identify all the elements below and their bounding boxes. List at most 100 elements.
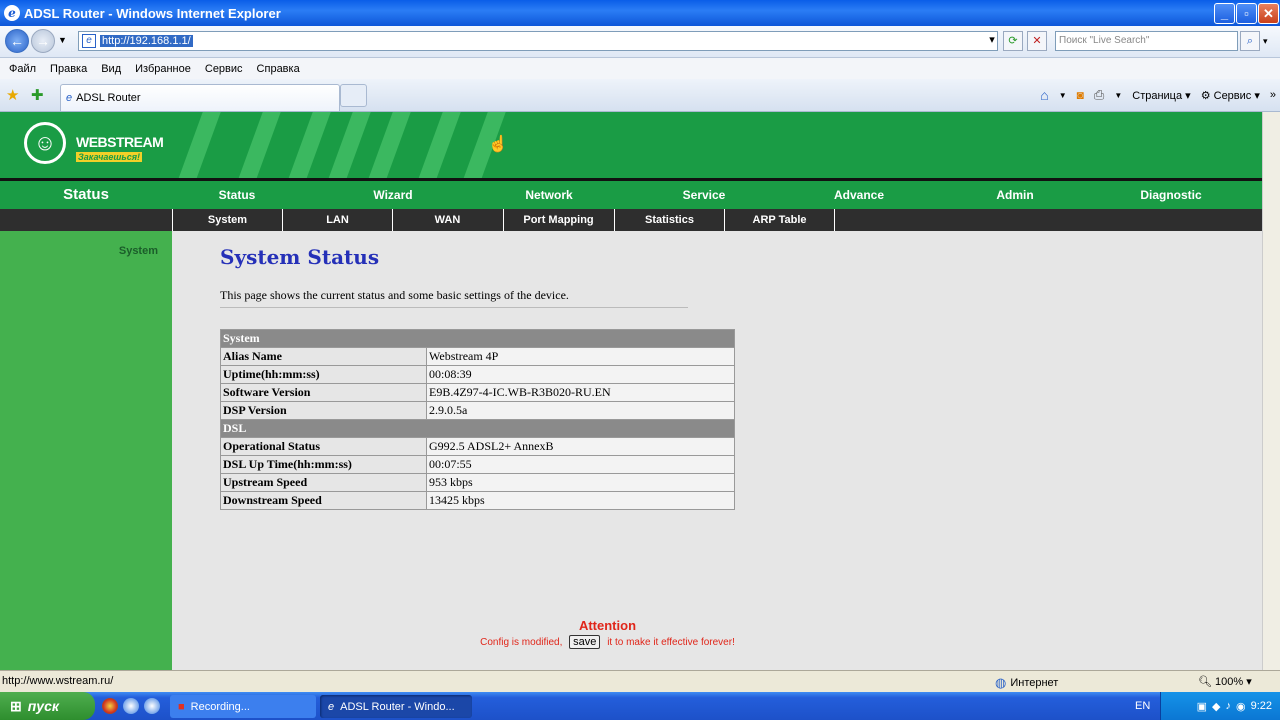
menu-edit[interactable]: Правка bbox=[43, 63, 94, 75]
ie-quicklaunch-icon[interactable] bbox=[123, 698, 139, 714]
brand-name: WEBSTREAM bbox=[76, 134, 164, 150]
divider bbox=[220, 307, 688, 308]
forward-button[interactable]: → bbox=[31, 29, 55, 53]
ie-logo-icon: e bbox=[4, 5, 20, 21]
menu-tools[interactable]: Сервис bbox=[198, 63, 250, 75]
nav-admin[interactable]: Admin bbox=[965, 181, 1065, 209]
clock: 9:22 bbox=[1250, 700, 1272, 712]
toolbar-overflow-icon[interactable]: » bbox=[1270, 89, 1276, 101]
main-nav: Status Status Wizard Network Service Adv… bbox=[0, 178, 1262, 209]
search-icon[interactable]: ⌕ bbox=[1240, 31, 1260, 51]
banner: ☺ WEBSTREAM Закачаешься! ☝ bbox=[0, 112, 1262, 178]
address-bar[interactable]: e http://192.168.1.1/ bbox=[78, 31, 998, 51]
table-row: DSL Up Time(hh:mm:ss) 00:07:55 bbox=[220, 455, 735, 474]
page-icon: e bbox=[82, 34, 96, 48]
network-icon[interactable]: ▣ bbox=[1197, 700, 1207, 713]
task-label: ADSL Router - Windo... bbox=[340, 700, 455, 713]
search-input[interactable]: Поиск "Live Search" bbox=[1055, 31, 1238, 51]
history-dropdown-icon[interactable]: ▼ bbox=[58, 35, 67, 45]
row-label: Upstream Speed bbox=[220, 473, 427, 492]
table-row: Downstream Speed 13425 kbps bbox=[220, 491, 735, 510]
zoom-level: 100% bbox=[1215, 676, 1244, 688]
new-tab-button[interactable] bbox=[340, 84, 367, 107]
menu-file[interactable]: Файл bbox=[2, 63, 43, 75]
nav-service[interactable]: Service bbox=[654, 181, 754, 209]
feeds-icon[interactable]: ◙ bbox=[1077, 88, 1084, 102]
home-icon[interactable]: ⌂ bbox=[1040, 87, 1048, 103]
page-menu[interactable]: Страница ▾ bbox=[1132, 89, 1190, 102]
menu-help[interactable]: Справка bbox=[250, 63, 307, 75]
save-button[interactable]: save bbox=[569, 635, 601, 649]
table-row: DSP Version 2.9.0.5a bbox=[220, 401, 735, 420]
page-description: This page shows the current status and s… bbox=[220, 288, 569, 302]
address-input[interactable]: http://192.168.1.1/ bbox=[100, 35, 193, 47]
nav-wizard[interactable]: Wizard bbox=[343, 181, 443, 209]
favorites-star-icon[interactable]: ★ bbox=[6, 86, 19, 104]
content-area: System Status This page shows the curren… bbox=[172, 231, 1262, 670]
maximize-button[interactable]: ▫ bbox=[1236, 3, 1257, 24]
row-value: Webstream 4P bbox=[426, 347, 735, 366]
row-value: 00:08:39 bbox=[426, 365, 735, 384]
back-button[interactable]: ← bbox=[5, 29, 29, 53]
volume-icon[interactable]: ♪ bbox=[1225, 700, 1231, 712]
row-value: 953 kbps bbox=[426, 473, 735, 492]
row-value: 13425 kbps bbox=[426, 491, 735, 510]
globe-icon: ◍ bbox=[995, 675, 1007, 690]
brand-slogan: Закачаешься! bbox=[76, 152, 143, 162]
close-button[interactable]: ✕ bbox=[1258, 3, 1279, 24]
chrome-icon[interactable] bbox=[102, 698, 118, 714]
sidebar-item-system[interactable]: System bbox=[119, 245, 158, 257]
zoom-control[interactable]: 🔍︎ 100% ▾ bbox=[1198, 675, 1252, 688]
search-options-icon[interactable]: ▾ bbox=[1263, 36, 1268, 47]
recorder-icon: ■ bbox=[178, 700, 185, 713]
ie-task-icon: e bbox=[328, 700, 335, 713]
nav-network[interactable]: Network bbox=[499, 181, 599, 209]
task-recording[interactable]: ■ Recording... bbox=[170, 695, 316, 718]
nav-advance[interactable]: Advance bbox=[809, 181, 909, 209]
task-label: Recording... bbox=[190, 700, 250, 713]
start-label: пуск bbox=[27, 698, 59, 714]
subnav-wan[interactable]: WAN bbox=[392, 209, 502, 231]
gear-icon: ⚙ bbox=[1200, 89, 1211, 102]
tab-adsl-router[interactable]: e ADSL Router bbox=[60, 84, 340, 111]
table-row: Uptime(hh:mm:ss) 00:08:39 bbox=[220, 365, 735, 384]
tools-menu[interactable]: ⚙ Сервис ▾ bbox=[1201, 89, 1260, 102]
nav-diagnostic[interactable]: Diagnostic bbox=[1121, 181, 1221, 209]
refresh-button[interactable]: ⟳ bbox=[1003, 31, 1023, 51]
subnav-port-mapping[interactable]: Port Mapping bbox=[503, 209, 613, 231]
stop-button[interactable]: ✕ bbox=[1027, 31, 1047, 51]
update-icon[interactable]: ◉ bbox=[1236, 700, 1246, 713]
address-dropdown-icon[interactable]: ▾ bbox=[982, 31, 1002, 51]
title-bar: e ADSL Router - Windows Internet Explore… bbox=[0, 0, 1280, 26]
minimize-button[interactable]: _ bbox=[1214, 3, 1235, 24]
row-value: G992.5 ADSL2+ AnnexB bbox=[426, 437, 735, 456]
subnav-statistics[interactable]: Statistics bbox=[614, 209, 724, 231]
print-dropdown-icon[interactable]: ▼ bbox=[1114, 91, 1122, 100]
security-icon[interactable]: ◆ bbox=[1212, 700, 1220, 713]
home-dropdown-icon[interactable]: ▼ bbox=[1059, 91, 1067, 100]
vertical-scrollbar[interactable] bbox=[1262, 112, 1280, 670]
subnav-system[interactable]: System bbox=[172, 209, 282, 231]
menu-view[interactable]: Вид bbox=[94, 63, 128, 75]
table-row: Alias Name Webstream 4P bbox=[220, 347, 735, 366]
row-label: Alias Name bbox=[220, 347, 427, 366]
section-dsl-header: DSL bbox=[220, 419, 735, 438]
row-value: 00:07:55 bbox=[426, 455, 735, 474]
subnav-arp-table[interactable]: ARP Table bbox=[724, 209, 834, 231]
print-icon[interactable]: ⎙ bbox=[1094, 87, 1104, 103]
menu-favorites[interactable]: Избранное bbox=[128, 63, 198, 75]
windows-logo-icon: ⊞ bbox=[10, 697, 22, 714]
tab-page-icon: e bbox=[66, 92, 73, 104]
row-label: Downstream Speed bbox=[220, 491, 427, 510]
page-menu-label: Страница bbox=[1132, 89, 1183, 102]
start-button[interactable]: ⊞ пуск bbox=[0, 692, 95, 720]
nav-status[interactable]: Status bbox=[187, 181, 287, 209]
add-favorite-icon[interactable]: ✚ bbox=[31, 86, 44, 104]
task-adsl-router[interactable]: e ADSL Router - Windo... bbox=[320, 695, 472, 718]
language-indicator[interactable]: EN bbox=[1135, 700, 1150, 712]
row-label: DSP Version bbox=[220, 401, 427, 420]
window-title: ADSL Router - Windows Internet Explorer bbox=[24, 5, 281, 21]
tab-title: ADSL Router bbox=[76, 92, 141, 104]
subnav-lan[interactable]: LAN bbox=[282, 209, 392, 231]
desktop-quicklaunch-icon[interactable] bbox=[144, 698, 160, 714]
